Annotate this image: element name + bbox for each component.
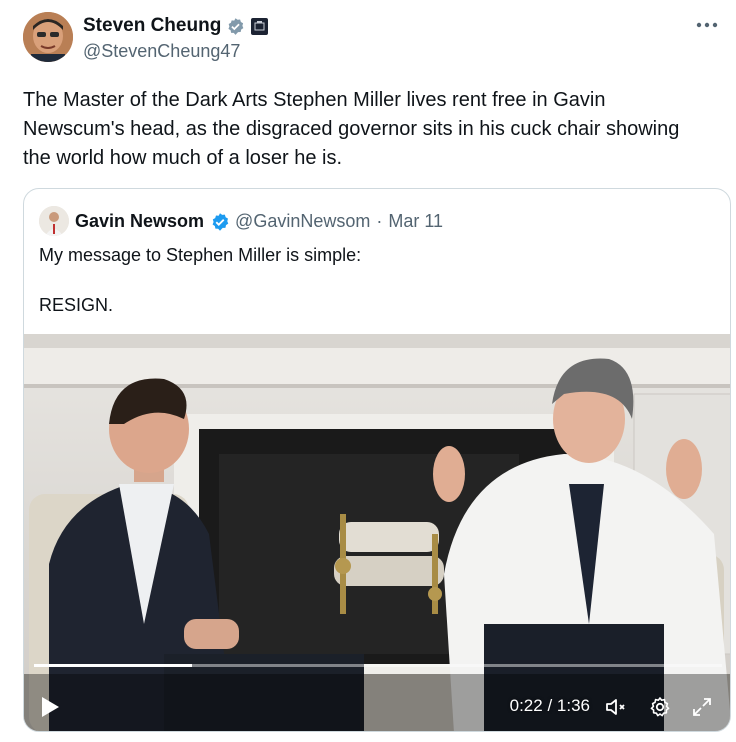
verified-badge-icon bbox=[210, 212, 229, 231]
play-icon[interactable] bbox=[39, 695, 61, 719]
more-horizontal-icon[interactable] bbox=[696, 16, 718, 28]
quoted-author-avatar[interactable] bbox=[39, 206, 69, 236]
video-time-separator: / bbox=[547, 696, 553, 715]
video-duration: 1:36 bbox=[556, 696, 590, 715]
tweet-header: Steven Cheung @StevenCheung47 bbox=[23, 12, 724, 64]
quoted-tweet-date[interactable]: Mar 11 bbox=[388, 211, 443, 232]
video-controls: 0:22 / 1:36 bbox=[24, 673, 730, 731]
fullscreen-icon[interactable] bbox=[690, 695, 714, 719]
author-display-name[interactable]: Steven Cheung bbox=[83, 15, 221, 37]
quoted-author-handle[interactable]: @GavinNewsom bbox=[235, 211, 370, 232]
avatar-image bbox=[23, 12, 73, 62]
video-progress-fill bbox=[34, 664, 192, 667]
verified-badge-icon bbox=[226, 17, 245, 36]
mute-icon[interactable] bbox=[604, 695, 628, 719]
affiliation-badge-icon[interactable] bbox=[250, 17, 269, 36]
quoted-tweet-card[interactable]: Gavin Newsom @GavinNewsom · Mar 11 My me… bbox=[23, 188, 731, 732]
tweet-text: The Master of the Dark Arts Stephen Mill… bbox=[23, 89, 680, 169]
quoted-tweet-text-line2: RESIGN. bbox=[39, 295, 114, 315]
quoted-tweet-header: Gavin Newsom @GavinNewsom · Mar 11 bbox=[39, 206, 443, 236]
quoted-author-name[interactable]: Gavin Newsom bbox=[75, 211, 204, 232]
author-handle[interactable]: @StevenCheung47 bbox=[83, 41, 240, 62]
video-player[interactable]: 0:22 / 1:36 bbox=[24, 334, 730, 731]
video-progress-bar[interactable] bbox=[34, 664, 722, 667]
video-current-time: 0:22 bbox=[509, 696, 543, 715]
meta-separator: · bbox=[376, 210, 383, 231]
quoted-tweet-text-line1: My message to Stephen Miller is simple: bbox=[39, 245, 362, 265]
author-name-row: Steven Cheung bbox=[83, 15, 269, 37]
video-time: 0:22 / 1:36 bbox=[510, 696, 590, 716]
author-avatar[interactable] bbox=[23, 12, 73, 62]
settings-gear-icon[interactable] bbox=[648, 695, 672, 719]
